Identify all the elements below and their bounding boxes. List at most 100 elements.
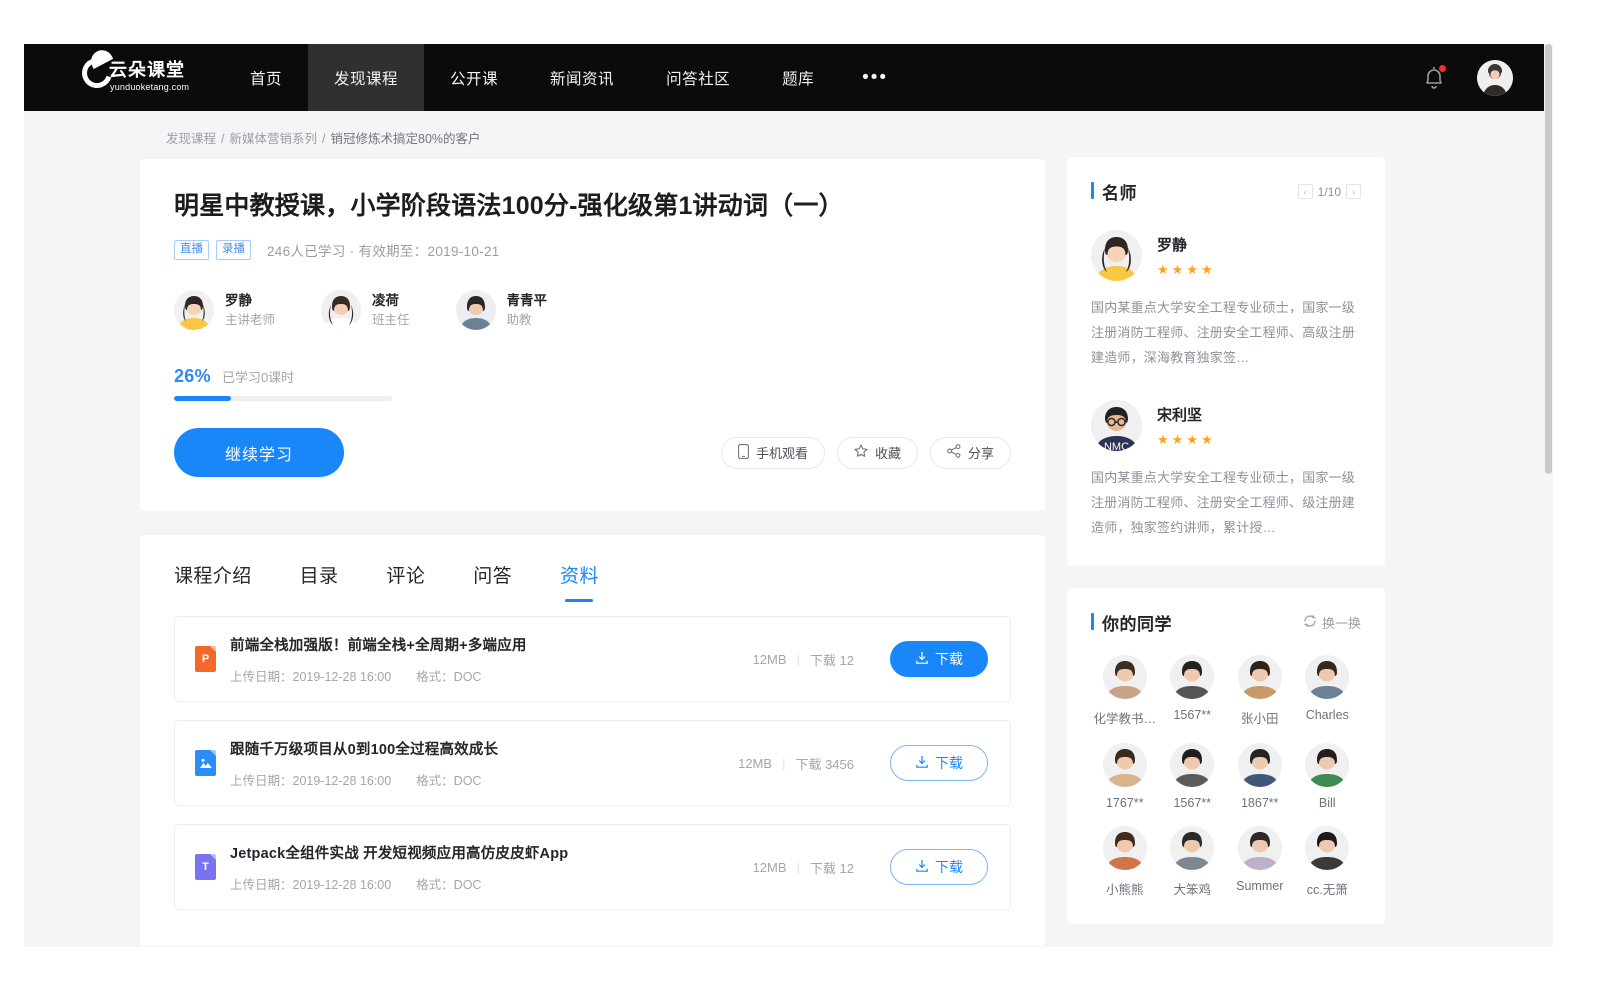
page-scrollbar[interactable] [1544,44,1553,947]
share-icon [947,444,961,461]
tab-bar: 课程介绍 目录 评论 问答 资料 [140,535,1045,602]
breadcrumb-root[interactable]: 发现课程 [166,132,216,146]
breadcrumb-parent[interactable]: 新媒体营销系列 [230,132,318,146]
master-item[interactable]: NMC 宋利坚 [1091,400,1361,540]
masters-title: 名师 [1091,179,1137,204]
nav-more-button[interactable]: ••• [840,44,910,111]
list-item[interactable]: Bill [1294,743,1362,810]
sidebar-column: 名师 ‹ 1/10 › [1067,111,1385,946]
teacher-item[interactable]: 罗静 主讲老师 [174,290,275,330]
download-button[interactable]: 下载 [890,849,988,885]
list-item[interactable]: 1567** [1159,655,1227,727]
chevron-right-icon[interactable]: › [1346,184,1361,199]
page-body: 发现课程/新媒体营销系列/销冠修炼术搞定80%的客户 明星中教授课，小学阶段语法… [24,111,1553,946]
secondary-actions: 手机观看 收藏 [721,437,1011,469]
tab-introduction[interactable]: 课程介绍 [174,561,252,602]
list-item[interactable]: 大笨鸡 [1159,826,1227,898]
list-item[interactable]: Summer [1226,826,1294,898]
refresh-icon [1303,614,1317,631]
file-downloads: 下载 12 [810,650,854,669]
chevron-left-icon[interactable]: ‹ [1298,184,1313,199]
teacher-name: 青青平 [507,292,548,310]
logo-mark: 云朵课堂 yunduoketang.com [82,56,190,100]
list-item[interactable]: 1867** [1226,743,1294,810]
breadcrumb-sep-2: / [322,132,325,146]
teacher-item[interactable]: 凌荷 班主任 [321,290,410,330]
masters-panel: 名师 ‹ 1/10 › [1067,157,1385,566]
progress-header: 26% 已学习0课时 [174,366,1011,387]
tab-comments[interactable]: 评论 [386,561,425,602]
download-icon [915,859,929,876]
list-item[interactable]: T Jetpack全组件实战 开发短视频应用高仿皮皮虾App 上传日期：2019… [174,824,1011,910]
share-button[interactable]: 分享 [930,437,1011,469]
list-item[interactable]: 1767** [1091,743,1159,810]
avatar [1305,655,1349,699]
master-info: 罗静 ★ ★ ★ ★ [1157,234,1213,278]
file-stats: 12MB | 下载 3456 [738,754,854,773]
nav-item-open-class[interactable]: 公开课 [424,44,524,111]
avatar [1103,655,1147,699]
site-logo[interactable]: 云朵课堂 yunduoketang.com [24,44,224,111]
tab-qa[interactable]: 问答 [473,561,512,602]
progress-bar-fill [174,396,231,401]
scrollbar-thumb[interactable] [1545,44,1552,474]
master-item[interactable]: 罗静 ★ ★ ★ ★ 国内某重点大学安全工程专业硕士，国家一级注册消防工程师、注… [1091,230,1361,370]
refresh-button[interactable]: 换一换 [1303,613,1361,632]
teacher-item[interactable]: 青青平 助教 [456,290,548,330]
continue-study-button[interactable]: 继续学习 [174,428,344,477]
nav-item-qa-community[interactable]: 问答社区 [640,44,756,111]
classmate-name: 张小田 [1241,708,1279,727]
file-info: 跟随千万级项目从0到100全过程高效成长 上传日期：2019-12-28 16:… [230,738,498,789]
file-size: 12MB [753,652,787,667]
file-stats: 12MB | 下载 12 [753,650,854,669]
star-icon: ★ [1157,262,1169,278]
download-button[interactable]: 下载 [890,641,988,677]
classmate-name: 化学教书… [1093,708,1156,727]
list-item[interactable]: cc.无箫 [1294,826,1362,898]
avatar [321,290,361,330]
masters-pager: ‹ 1/10 › [1298,184,1361,199]
list-item[interactable]: 跟随千万级项目从0到100全过程高效成长 上传日期：2019-12-28 16:… [174,720,1011,806]
breadcrumb-sep-1: / [221,132,224,146]
download-button[interactable]: 下载 [890,745,988,781]
teacher-list: 罗静 主讲老师 [174,290,1011,330]
teacher-role: 班主任 [372,311,410,329]
tab-catalog[interactable]: 目录 [300,561,339,602]
master-top: 罗静 ★ ★ ★ ★ [1091,230,1361,281]
avatar [1170,655,1214,699]
teacher-role: 主讲老师 [225,311,275,329]
list-item[interactable]: 化学教书… [1091,655,1159,727]
download-label: 下载 [935,857,963,877]
avatar [174,290,214,330]
star-icon [854,444,868,461]
list-item[interactable]: 张小田 [1226,655,1294,727]
avatar [1103,743,1147,787]
file-upload-date: 上传日期：2019-12-28 16:00 [230,670,391,684]
classmate-name: 1867** [1241,796,1279,810]
logo-text-en: yunduoketang.com [110,82,189,93]
bell-icon[interactable] [1421,64,1447,92]
file-stats: 12MB | 下载 12 [753,858,854,877]
file-format: 格式：DOC [416,774,481,788]
list-item[interactable]: Charles [1294,655,1362,727]
nav-item-discover-courses[interactable]: 发现课程 [308,44,424,111]
breadcrumb-current: 销冠修炼术搞定80%的客户 [331,132,481,146]
download-icon [915,651,929,668]
nav-item-home[interactable]: 首页 [224,44,308,111]
notification-badge [1439,65,1446,72]
list-item[interactable]: 小熊熊 [1091,826,1159,898]
mobile-watch-button[interactable]: 手机观看 [721,437,825,469]
avatar [1238,826,1282,870]
course-meta-text: 246人已学习 · 有效期至：2019-10-21 [267,240,500,260]
list-item[interactable]: P 前端全栈加强版！前端全栈+全周期+多端应用 上传日期：2019-12-28 … [174,616,1011,702]
file-format: 格式：DOC [416,878,481,892]
list-item[interactable]: 1567** [1159,743,1227,810]
nav-item-question-bank[interactable]: 题库 [756,44,840,111]
tab-materials[interactable]: 资料 [560,561,599,602]
course-meta-row: 直播 录播 246人已学习 · 有效期至：2019-10-21 [174,240,1011,260]
rating-stars: ★ ★ ★ ★ [1157,432,1213,448]
favorite-button[interactable]: 收藏 [837,437,918,469]
nav-item-news[interactable]: 新闻资讯 [524,44,640,111]
user-avatar[interactable] [1477,60,1513,96]
master-name: 罗静 [1157,234,1213,255]
